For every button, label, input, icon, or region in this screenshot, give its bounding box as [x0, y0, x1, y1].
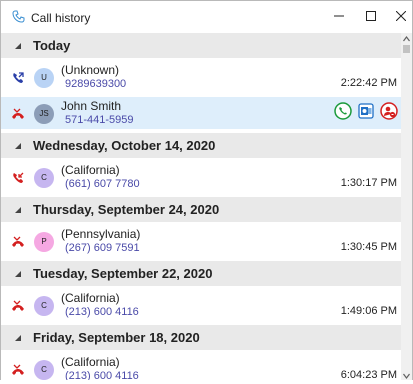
caller-name: (Unknown) [61, 63, 120, 77]
maximize-icon [366, 10, 376, 24]
scroll-down-arrow[interactable] [401, 370, 412, 380]
call-time: 6:04:23 PM [340, 369, 397, 380]
collapse-triangle-icon[interactable] [15, 271, 21, 277]
missed-call-icon [11, 299, 25, 313]
call-row[interactable]: U (Unknown) 9289639300 2:22:42 PM [1, 61, 401, 93]
avatar: C [34, 360, 54, 380]
phone-history-icon [11, 10, 27, 24]
call-history-window: Call history Today U (Unknown) 9289639300 2:… [0, 0, 413, 380]
avatar: C [34, 168, 54, 188]
outgoing-call-icon [11, 71, 25, 85]
collapse-triangle-icon[interactable] [15, 335, 21, 341]
group-header[interactable]: Today [1, 33, 401, 58]
missed-incoming-call-icon [11, 171, 25, 185]
caller-number[interactable]: (213) 600 4116 [65, 306, 139, 318]
scroll-up-arrow[interactable] [401, 33, 412, 43]
caller-number[interactable]: (213) 600 4116 [65, 370, 139, 380]
caller-name: (California) [61, 163, 120, 177]
group-header-label: Today [33, 38, 71, 53]
call-row[interactable]: C (California) (213) 600 4116 6:04:23 PM [1, 353, 401, 380]
call-back-icon[interactable] [333, 101, 353, 121]
group-header-label: Tuesday, September 22, 2020 [33, 266, 213, 281]
caller-number[interactable]: 571-441-5959 [65, 114, 134, 126]
collapse-triangle-icon[interactable] [15, 143, 21, 149]
caller-name: (California) [61, 355, 120, 369]
avatar: U [34, 68, 54, 88]
caller-number[interactable]: (267) 609 7591 [65, 242, 140, 254]
call-time: 1:30:45 PM [340, 241, 397, 253]
group-header[interactable]: Wednesday, October 14, 2020 [1, 133, 401, 158]
caller-number[interactable]: 9289639300 [65, 78, 126, 90]
call-row[interactable]: C (California) (213) 600 4116 1:49:06 PM [1, 289, 401, 321]
collapse-triangle-icon[interactable] [15, 43, 21, 49]
avatar: C [34, 296, 54, 316]
avatar: P [34, 232, 54, 252]
scroll-thumb[interactable] [403, 45, 410, 53]
call-row[interactable]: P (Pennsylvania) (267) 609 7591 1:30:45 PM [1, 225, 401, 257]
close-icon [395, 10, 407, 24]
call-history-list: Today U (Unknown) 9289639300 2:22:42 PM JS Joh… [1, 33, 401, 380]
outlook-icon[interactable] [356, 101, 376, 121]
group-header-label: Thursday, September 24, 2020 [33, 202, 220, 217]
group-header[interactable]: Tuesday, September 22, 2020 [1, 261, 401, 286]
caller-number[interactable]: (661) 607 7780 [65, 178, 140, 190]
title-bar: Call history [1, 1, 412, 33]
missed-call-icon [11, 235, 25, 249]
call-row[interactable]: C (California) (661) 607 7780 1:30:17 PM [1, 161, 401, 193]
call-row[interactable]: JS John Smith 571-441-5959 [1, 97, 401, 129]
group-header[interactable]: Friday, September 18, 2020 [1, 325, 401, 350]
window-title: Call history [31, 11, 91, 25]
collapse-triangle-icon[interactable] [15, 207, 21, 213]
block-contact-icon[interactable] [379, 101, 399, 121]
avatar: JS [34, 104, 54, 124]
missed-call-icon [11, 107, 25, 121]
call-time: 1:30:17 PM [340, 177, 397, 189]
group-header[interactable]: Thursday, September 24, 2020 [1, 197, 401, 222]
group-header-label: Friday, September 18, 2020 [33, 330, 200, 345]
group-header-label: Wednesday, October 14, 2020 [33, 138, 216, 153]
call-time: 2:22:42 PM [340, 77, 397, 89]
missed-call-icon [11, 363, 25, 377]
caller-name: (California) [61, 291, 120, 305]
caller-name: John Smith [61, 99, 122, 113]
close-button[interactable] [381, 1, 413, 33]
caller-name: (Pennsylvania) [61, 227, 141, 241]
vertical-scrollbar[interactable] [401, 33, 412, 380]
call-time: 1:49:06 PM [340, 305, 397, 317]
row-actions [333, 101, 399, 121]
minimize-icon [334, 10, 344, 24]
